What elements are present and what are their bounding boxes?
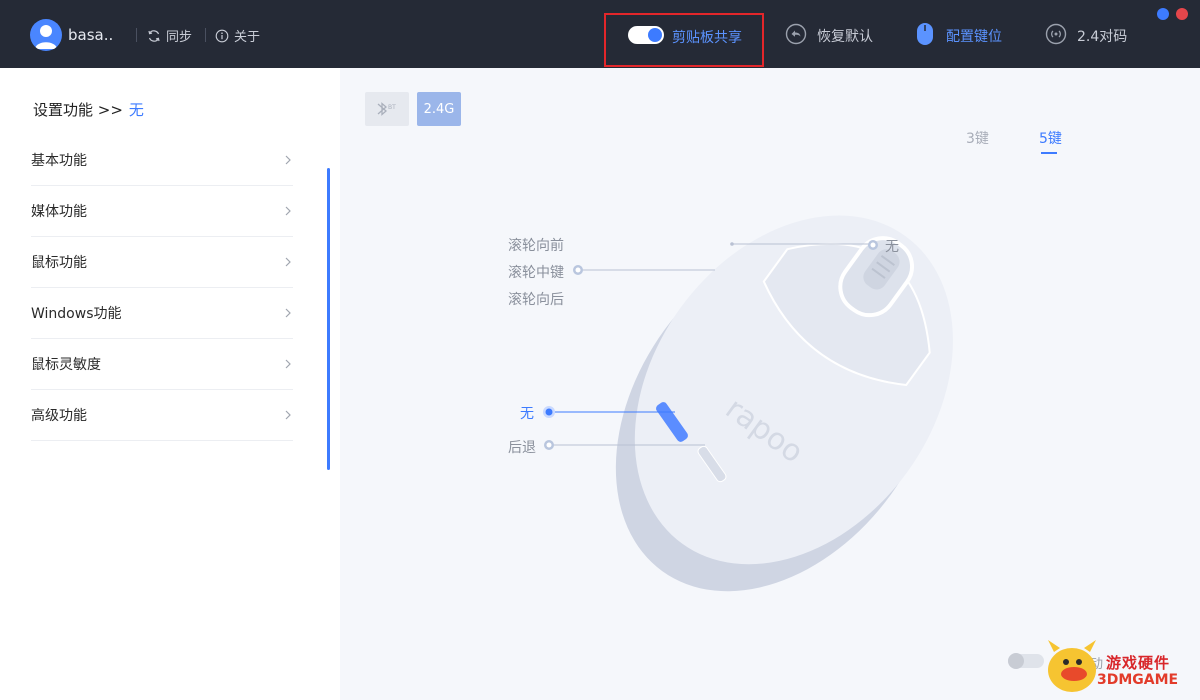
forward-button-label[interactable]: 无 (520, 403, 534, 423)
chevron-right-icon (285, 257, 291, 267)
wireless-icon (1045, 23, 1067, 45)
wheel-up-label: 滚轮向前 (508, 238, 564, 254)
mouse-illustration: rapoo (543, 215, 953, 592)
clipboard-share-toggle[interactable] (628, 26, 664, 44)
avatar[interactable] (30, 19, 62, 51)
pair-label: 2.4对码 (1077, 29, 1128, 45)
sync-label: 同步 (166, 30, 193, 45)
watermark-text-cn: 游戏硬件 (1106, 654, 1171, 672)
menu-item-mouse[interactable]: 鼠标功能 (31, 237, 293, 288)
info-icon (215, 29, 229, 42)
sync-icon (148, 29, 160, 42)
watermark-text-en: 3DMGAME (1097, 672, 1179, 688)
sync-button[interactable]: 同步 (147, 26, 192, 45)
menu-item-label: Windows功能 (31, 306, 122, 322)
toggle-knob (1008, 653, 1024, 669)
menu-item-media[interactable]: 媒体功能 (31, 186, 293, 237)
divider (205, 28, 206, 42)
undo-icon (785, 23, 807, 45)
user-icon (35, 25, 57, 49)
breadcrumb-value: 无 (128, 101, 144, 119)
menu-item-label: 鼠标灵敏度 (31, 357, 101, 373)
chevron-right-icon (285, 410, 291, 420)
function-menu: 基本功能 媒体功能 鼠标功能 Windows功能 鼠标灵敏度 高级功能 (31, 135, 293, 441)
clipboard-share-label[interactable]: 剪贴板共享 (672, 27, 742, 47)
back-button-label[interactable]: 后退 (508, 437, 536, 457)
about-button[interactable]: 关于 (215, 26, 260, 45)
toggle-knob (648, 28, 662, 42)
chevron-right-icon (285, 206, 291, 216)
sidebar: 设置功能 >> 无 基本功能 媒体功能 鼠标功能 Windows功能 鼠标灵敏度 … (0, 68, 340, 700)
breadcrumb-label: 设置功能 >> (33, 101, 123, 119)
menu-item-advanced[interactable]: 高级功能 (31, 390, 293, 441)
chevron-right-icon (285, 359, 291, 369)
menu-item-label: 鼠标功能 (31, 255, 87, 271)
main-panel: BT 2.4G 3键 5键 rapoo 滚轮向前 无 滚轮中键 滚轮向后 无 后… (340, 68, 1200, 700)
configure-keys-button[interactable]: 配置键位 (914, 22, 1002, 46)
username[interactable]: basa.. (68, 26, 113, 44)
top-bar: basa.. 同步 关于 剪贴板共享 恢复默认 配置键位 2.4对码 (0, 0, 1200, 68)
menu-item-label: 高级功能 (31, 408, 87, 424)
settings-breadcrumb: 设置功能 >> 无 (33, 99, 144, 120)
wheel-middle-label[interactable]: 滚轮中键 (508, 262, 564, 282)
mouse-icon (914, 23, 936, 45)
scrollbar[interactable] (327, 168, 330, 470)
menu-item-basic[interactable]: 基本功能 (31, 135, 293, 186)
menu-item-windows[interactable]: Windows功能 (31, 288, 293, 339)
window-dot-red[interactable] (1176, 8, 1188, 20)
wheel-down-label[interactable]: 滚轮向后 (508, 289, 564, 309)
chevron-right-icon (285, 308, 291, 318)
chevron-right-icon (285, 155, 291, 165)
menu-item-label: 媒体功能 (31, 204, 87, 220)
about-label: 关于 (234, 30, 261, 45)
menu-item-sensitivity[interactable]: 鼠标灵敏度 (31, 339, 293, 390)
divider (136, 28, 137, 42)
pair-button[interactable]: 2.4对码 (1045, 22, 1127, 46)
menu-item-label: 基本功能 (31, 153, 87, 169)
restore-default-label: 恢复默认 (817, 29, 873, 45)
configure-keys-label: 配置键位 (946, 29, 1002, 45)
wheel-up-value[interactable]: 无 (885, 236, 899, 256)
restore-default-button[interactable]: 恢复默认 (785, 22, 873, 46)
window-dot-blue[interactable] (1157, 8, 1169, 20)
